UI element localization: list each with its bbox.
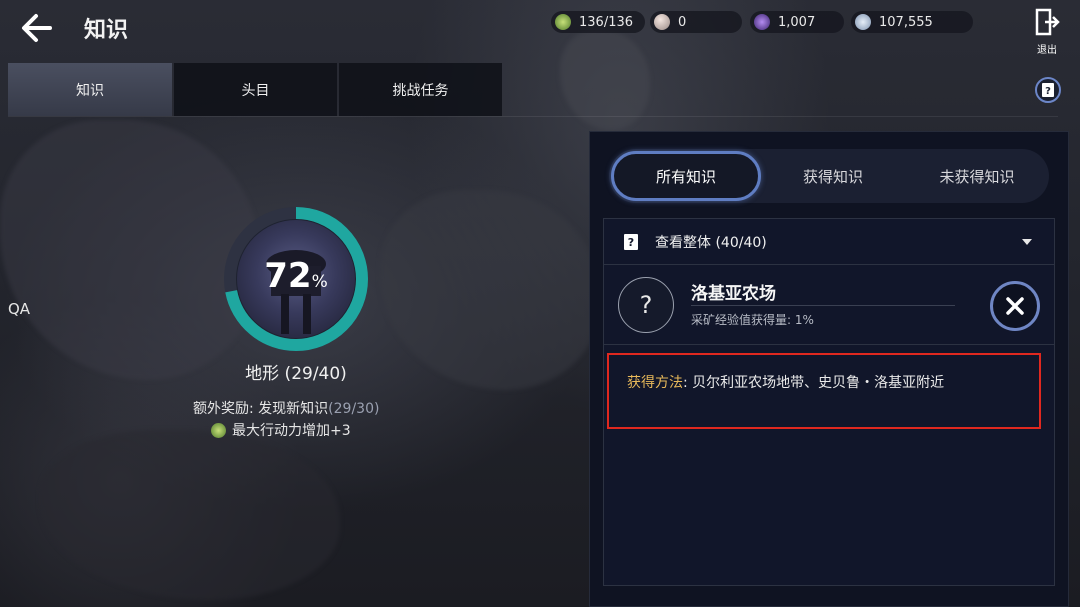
currency-value: 107,555 <box>879 14 933 30</box>
main-tabs: 知识 头目 挑战任务 <box>8 63 504 116</box>
knowledge-panel: 所有知识 获得知识 未获得知识 ? 查看整体 (40/40) ? 洛基亚农场 采… <box>589 131 1069 607</box>
close-button[interactable] <box>990 281 1040 331</box>
background-rock <box>0 120 260 380</box>
bonus-count: (29/30) <box>328 401 380 417</box>
silver-icon <box>855 14 871 30</box>
filter-acquired[interactable]: 获得知识 <box>761 151 905 201</box>
background-rock <box>380 190 600 390</box>
currency-value: 1,007 <box>778 14 816 30</box>
filter-unacquired[interactable]: 未获得知识 <box>905 151 1049 201</box>
qa-label: QA <box>8 300 31 318</box>
tabs-divider <box>8 116 1058 117</box>
currency-value: 0 <box>678 14 687 30</box>
help-book-icon: ? <box>1042 83 1054 97</box>
progress-value: 72 <box>264 256 312 296</box>
entry-name: 洛基亚农场 <box>691 284 776 304</box>
tab-knowledge[interactable]: 知识 <box>8 63 172 116</box>
method-text: : 贝尔利亚农场地带、史贝鲁・洛基亚附近 <box>683 375 945 391</box>
progress-percent-sign: % <box>311 272 328 292</box>
progress-text: 72% <box>223 256 369 296</box>
bonus-line: 额外奖励: 发现新知识(29/30) <box>193 398 379 418</box>
back-button[interactable] <box>18 10 58 46</box>
arrow-left-icon <box>22 14 52 42</box>
exit-label: 退出 <box>1037 45 1057 56</box>
svg-text:?: ? <box>628 236 634 249</box>
currency-energy: 136/136 <box>551 11 645 33</box>
energy-icon <box>211 422 226 438</box>
category-label: 地形 (29/40) <box>245 364 347 384</box>
exit-door-icon <box>1035 8 1060 36</box>
knowledge-list: ? 查看整体 (40/40) ? 洛基亚农场 采矿经验值获得量: 1% 获得方法… <box>603 218 1055 586</box>
crystal-icon <box>754 14 770 30</box>
reward-line: 最大行动力增加+3 <box>211 420 351 440</box>
book-icon: ? <box>624 233 638 250</box>
chevron-down-icon <box>1022 239 1032 245</box>
close-icon <box>1006 297 1024 315</box>
dropdown-label: 查看整体 (40/40) <box>655 234 767 251</box>
energy-icon <box>555 14 571 30</box>
pearl-icon <box>654 14 670 30</box>
svg-text:?: ? <box>1045 86 1051 97</box>
page-title: 知识 <box>84 18 129 43</box>
list-item[interactable]: ? 洛基亚农场 采矿经验值获得量: 1% <box>604 265 1054 345</box>
filter-bar: 所有知识 获得知识 未获得知识 <box>609 149 1049 203</box>
exit-button[interactable]: 退出 <box>1030 8 1064 56</box>
background-rock <box>40 430 340 600</box>
currency-pearl: 0 <box>650 11 742 33</box>
bonus-label: 额外奖励: 发现新知识 <box>193 401 329 417</box>
tab-boss[interactable]: 头目 <box>174 63 337 116</box>
entry-description: 采矿经验值获得量: 1% <box>691 313 814 327</box>
help-button[interactable]: ? <box>1035 77 1061 103</box>
acquire-method-box: 获得方法: 贝尔利亚农场地带、史贝鲁・洛基亚附近 <box>607 353 1041 429</box>
background-rock <box>560 30 650 130</box>
currency-silver: 107,555 <box>851 11 973 33</box>
view-all-dropdown[interactable]: ? 查看整体 (40/40) <box>604 219 1054 265</box>
filter-all[interactable]: 所有知识 <box>611 151 761 201</box>
unknown-question-icon: ? <box>618 277 674 333</box>
method-label: 获得方法 <box>627 375 683 391</box>
reward-text: 最大行动力增加+3 <box>232 423 351 439</box>
progress-ring: 72% <box>223 206 369 352</box>
entry-divider <box>691 305 955 306</box>
currency-value: 136/136 <box>579 14 634 30</box>
currency-crystal: 1,007 <box>750 11 844 33</box>
tab-challenge[interactable]: 挑战任务 <box>339 63 502 116</box>
